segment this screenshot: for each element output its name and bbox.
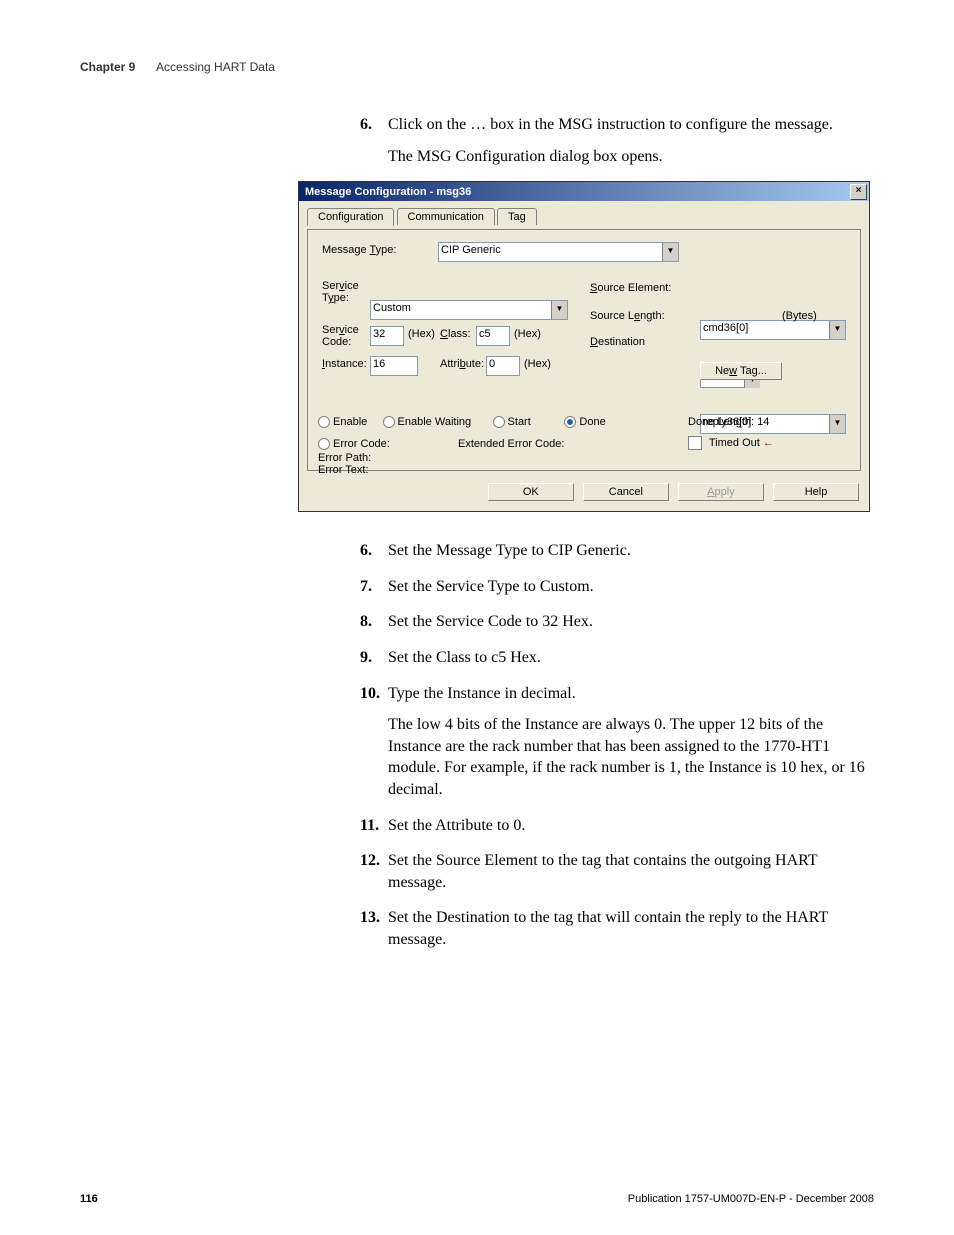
service-type-label: ServiceType: — [322, 280, 359, 304]
message-type-value: CIP Generic — [441, 244, 501, 256]
new-tag-button[interactable]: New Tag... — [700, 362, 782, 380]
service-type-value: Custom — [373, 302, 411, 314]
cancel-button[interactable]: Cancel — [583, 483, 669, 501]
tab-tag[interactable]: Tag — [497, 208, 537, 225]
step-6-text: Click on the … box in the MSG instructio… — [388, 116, 833, 133]
attribute-input[interactable]: 0 — [486, 356, 520, 376]
ok-button[interactable]: OK — [488, 483, 574, 501]
class-input[interactable]: c5 — [476, 326, 510, 346]
checkbox-icon — [688, 436, 702, 450]
bytes-label: (Bytes) — [782, 310, 817, 322]
source-element-dropdown[interactable]: cmd36[0] ▼ — [700, 320, 846, 340]
page-footer: 116 Publication 1757-UM007D-EN-P - Decem… — [80, 1193, 874, 1205]
destination-label: Destination — [590, 336, 645, 348]
steps-before-figure: Click on the … box in the MSG instructio… — [360, 114, 870, 167]
chapter-title: Accessing HART Data — [156, 60, 275, 74]
class-hex-label: (Hex) — [514, 328, 541, 340]
instance-input[interactable]: 16 — [370, 356, 418, 376]
dialog-titlebar: Message Configuration - msg36 × — [299, 182, 869, 201]
timed-out-arrow-icon: ← — [763, 437, 774, 449]
step-8: Set the Service Type to Custom. — [360, 576, 870, 598]
status-enable: Enable — [318, 416, 367, 428]
status-done: Done — [564, 416, 605, 428]
extended-error-label: Extended Error Code: — [458, 438, 564, 450]
step-11-note: The low 4 bits of the Instance are alway… — [388, 714, 870, 800]
step-7: Set the Message Type to CIP Generic. — [360, 540, 870, 562]
attribute-value: 0 — [489, 358, 495, 370]
service-type-dropdown[interactable]: Custom ▼ — [370, 300, 568, 320]
dialog-title: Message Configuration - msg36 — [305, 186, 471, 198]
message-type-label: Message Type: — [322, 244, 396, 256]
source-element-value: cmd36[0] — [703, 322, 748, 334]
step-6-after: The MSG Configuration dialog box opens. — [388, 146, 870, 168]
chapter-label: Chapter 9 — [80, 60, 135, 74]
dialog-button-row: OK Cancel Apply Help — [299, 477, 869, 511]
attribute-hex-label: (Hex) — [524, 358, 551, 370]
class-value: c5 — [479, 328, 491, 340]
publication-id: Publication 1757-UM007D-EN-P - December … — [628, 1193, 874, 1205]
step-13: Set the Source Element to the tag that c… — [360, 850, 870, 893]
step-12: Set the Attribute to 0. — [360, 815, 870, 837]
error-path-label: Error Path: — [318, 452, 371, 464]
step-14: Set the Destination to the tag that will… — [360, 907, 870, 950]
chevron-down-icon: ▼ — [551, 301, 567, 319]
page-number: 116 — [80, 1193, 98, 1205]
dialog-tabs: Configuration Communication Tag — [299, 201, 869, 229]
step-10: Set the Class to c5 Hex. — [360, 647, 870, 669]
tab-panel-configuration: Message Type: CIP Generic ▼ ServiceType:… — [307, 229, 861, 471]
step-6: Click on the … box in the MSG instructio… — [360, 114, 870, 167]
service-code-hex-label: (Hex) — [408, 328, 435, 340]
instance-value: 16 — [373, 358, 385, 370]
service-code-input[interactable]: 32 — [370, 326, 404, 346]
step-9: Set the Service Code to 32 Hex. — [360, 611, 870, 633]
step-11: Type the Instance in decimal. The low 4 … — [360, 683, 870, 801]
source-element-label: Source Element: — [590, 282, 671, 294]
error-text-label: Error Text: — [318, 464, 369, 476]
done-length-label: Done Length: 14 — [688, 416, 769, 428]
chevron-down-icon: ▼ — [662, 243, 678, 261]
tab-communication[interactable]: Communication — [397, 208, 495, 225]
status-start: Start — [493, 416, 531, 428]
instance-label: Instance: — [322, 358, 367, 370]
source-length-label: Source Length: — [590, 310, 665, 322]
close-icon[interactable]: × — [850, 184, 867, 200]
service-code-value: 32 — [373, 328, 385, 340]
status-enable-waiting: Enable Waiting — [383, 416, 472, 428]
running-header: Chapter 9 Accessing HART Data — [80, 60, 874, 74]
timed-out-checkbox[interactable]: Timed Out ← — [688, 436, 774, 450]
message-configuration-dialog: Message Configuration - msg36 × Configur… — [298, 181, 870, 512]
steps-after-figure: Set the Message Type to CIP Generic. Set… — [360, 540, 870, 950]
help-button[interactable]: Help — [773, 483, 859, 501]
apply-button[interactable]: Apply — [678, 483, 764, 501]
chevron-down-icon: ▼ — [829, 321, 845, 339]
message-type-dropdown[interactable]: CIP Generic ▼ — [438, 242, 679, 262]
service-code-label: ServiceCode: — [322, 324, 359, 348]
tab-configuration[interactable]: Configuration — [307, 208, 394, 226]
attribute-label: Attribute: — [440, 358, 484, 370]
status-error-code: Error Code: — [318, 438, 390, 450]
class-label: Class: — [440, 328, 471, 340]
